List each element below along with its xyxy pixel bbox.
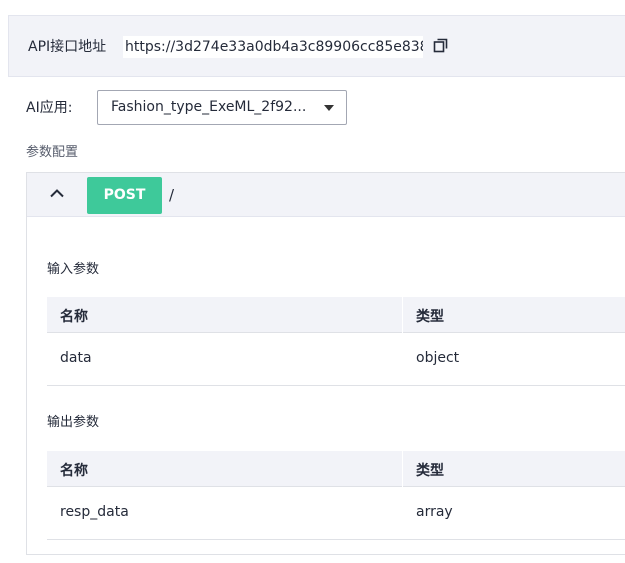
copy-icon[interactable] (433, 38, 448, 53)
output-params-title: 输出参数 (47, 415, 100, 430)
column-header-name: 名称 (60, 463, 88, 479)
table-header: 名称 类型 (47, 451, 625, 487)
column-header-type: 类型 (416, 463, 444, 479)
ai-app-label: AI应用: (26, 100, 73, 116)
ai-app-select[interactable]: Fashion_type_ExeML_2f92... (97, 90, 347, 125)
param-name-cell: data (60, 350, 92, 366)
output-params-table: 名称 类型 resp_data array (47, 451, 625, 540)
param-name-cell: resp_data (60, 504, 129, 520)
caret-down-icon (324, 105, 334, 111)
column-header-name: 名称 (60, 309, 88, 325)
api-url-text[interactable]: https://3d274e33a0db4a3c89906cc85e8382c (123, 36, 423, 58)
chevron-up-icon[interactable] (49, 187, 65, 199)
param-config-panel: POST / 输入参数 名称 类型 data object 输出参数 名称 类型… (26, 172, 625, 555)
endpoint-path: / (169, 186, 175, 204)
column-divider (402, 451, 403, 487)
api-address-label: API接口地址 (28, 39, 107, 55)
param-config-label: 参数配置 (26, 145, 79, 160)
input-params-title: 输入参数 (47, 262, 100, 277)
param-type-cell: array (416, 504, 453, 520)
method-badge: POST (87, 177, 162, 214)
column-divider (402, 297, 403, 333)
ai-app-selected-value: Fashion_type_ExeML_2f92... (111, 99, 307, 115)
endpoint-header[interactable]: POST / (27, 173, 625, 217)
input-params-table: 名称 类型 data object (47, 297, 625, 386)
api-address-bar: API接口地址 https://3d274e33a0db4a3c89906cc8… (8, 15, 625, 77)
table-row: data object (47, 333, 625, 386)
table-header: 名称 类型 (47, 297, 625, 333)
param-type-cell: object (416, 350, 460, 366)
table-row: resp_data array (47, 487, 625, 540)
column-header-type: 类型 (416, 309, 444, 325)
